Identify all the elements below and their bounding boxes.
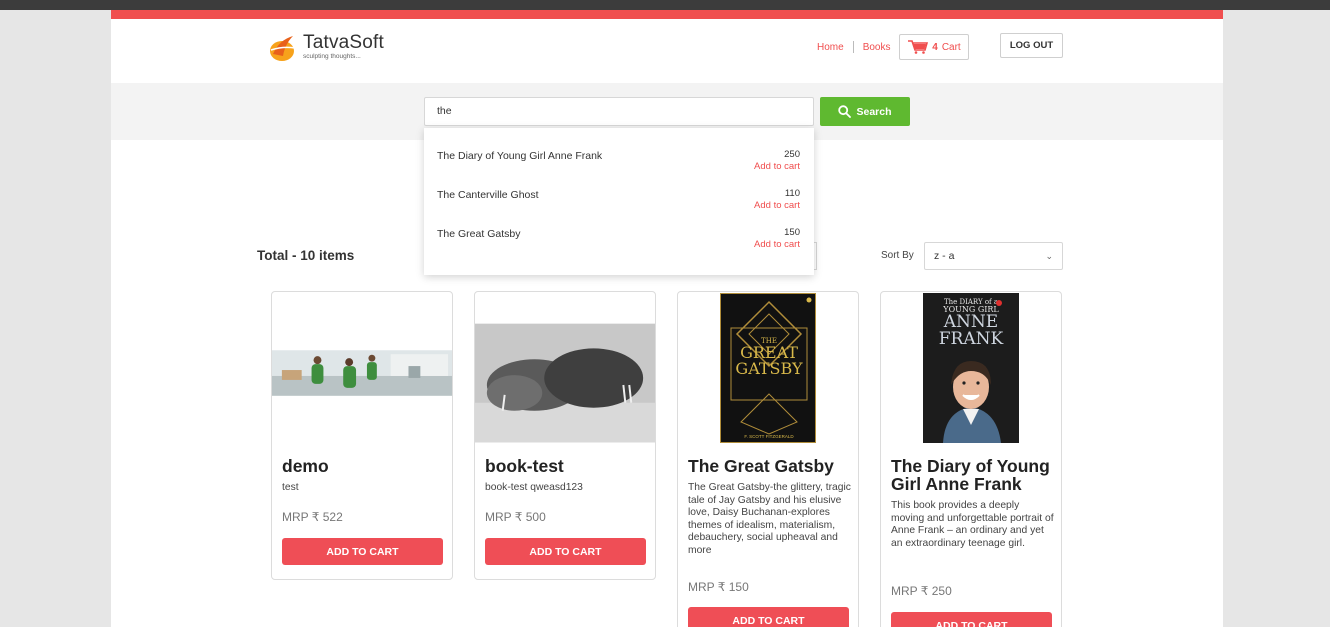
chevron-down-icon: ⌄ [1045, 251, 1053, 261]
add-to-cart-button[interactable]: ADD TO CART [485, 538, 646, 565]
book-description: The Great Gatsby-the glittery, tragic ta… [688, 482, 851, 556]
suggestion-add-to-cart[interactable]: Add to cart [754, 200, 800, 211]
book-image [272, 292, 452, 444]
book-description: test [282, 482, 299, 493]
suggestion-title: The Great Gatsby [437, 228, 521, 240]
book-price: MRP ₹ 522 [282, 510, 343, 524]
add-to-cart-button[interactable]: ADD TO CART [891, 612, 1052, 627]
book-price: MRP ₹ 500 [485, 510, 546, 524]
cart-label: Cart [941, 41, 961, 53]
book-image: THE GREAT GATSBY F. SCOTT FITZGERALD [678, 292, 858, 444]
logo-flame-icon [270, 36, 296, 61]
suggestion-add-to-cart[interactable]: Add to cart [754, 161, 800, 172]
search-input[interactable]: the [424, 97, 814, 126]
nav-divider [852, 41, 854, 53]
book-title[interactable]: demo [282, 457, 329, 475]
total-items-label: Total - 10 items [257, 248, 355, 263]
book-price: MRP ₹ 150 [688, 580, 749, 594]
search-button[interactable]: Search [820, 97, 910, 126]
suggestion-title: The Diary of Young Girl Anne Frank [437, 150, 603, 162]
cleaning-photo-image [272, 350, 452, 396]
sort-by-label: Sort By [881, 250, 914, 261]
add-to-cart-button[interactable]: ADD TO CART [282, 538, 443, 565]
suggestion-price: 110 [784, 188, 800, 199]
book-card: The DIARY of a YOUNG GIRL ANNE FRANK The… [880, 291, 1062, 627]
book-card: book-test book-test qweasd123 MRP ₹ 500 … [474, 291, 656, 580]
walrus-photo-image [475, 323, 655, 443]
portrait-illustration [943, 300, 1002, 443]
gatsby-cover-image: THE GREAT GATSBY F. SCOTT FITZGERALD [720, 293, 816, 443]
cover-author: F. SCOTT FITZGERALD [744, 434, 794, 439]
book-card: demo test MRP ₹ 522 ADD TO CART [271, 291, 453, 580]
suggestion-item[interactable]: The Diary of Young Girl Anne Frank 250 A… [424, 147, 814, 183]
suggestion-item[interactable]: The Great Gatsby 150 Add to cart [424, 225, 814, 261]
filter-input-edge [814, 242, 817, 270]
suggestion-price: 250 [784, 149, 800, 160]
cart-button[interactable]: 4 Cart [899, 34, 970, 60]
book-image: The DIARY of a YOUNG GIRL ANNE FRANK [881, 292, 1061, 444]
page: TatvaSoft sculpting thoughts... Home Boo… [111, 10, 1223, 627]
brand-top-bar [111, 10, 1223, 19]
cover-text: GATSBY [735, 359, 803, 378]
nav-books-link[interactable]: Books [863, 42, 891, 53]
window-top-border [0, 0, 1330, 10]
nav-home-link[interactable]: Home [817, 42, 844, 53]
book-description: book-test qweasd123 [485, 482, 583, 493]
book-title[interactable]: The Diary of Young Girl Anne Frank [891, 457, 1061, 493]
search-suggestions: The Diary of Young Girl Anne Frank 250 A… [424, 128, 814, 275]
cart-count: 4 [932, 41, 938, 53]
suggestion-title: The Canterville Ghost [437, 189, 539, 201]
sort-select-value: z - a [934, 250, 955, 262]
search-button-label: Search [856, 105, 892, 118]
main-nav: Home Books 4 Cart [817, 34, 970, 60]
suggestion-add-to-cart[interactable]: Add to cart [754, 239, 800, 250]
logo-tagline: sculpting thoughts... [303, 53, 361, 61]
anne-frank-cover-image: The DIARY of a YOUNG GIRL ANNE FRANK [923, 293, 1019, 443]
book-image [475, 292, 655, 444]
cart-icon [908, 40, 929, 54]
book-description: This book provides a deeply moving and u… [891, 500, 1054, 549]
logo-name: TatvaSoft [303, 32, 385, 54]
book-title[interactable]: The Great Gatsby [688, 457, 834, 475]
search-icon [838, 105, 852, 118]
book-card: THE GREAT GATSBY F. SCOTT FITZGERALD The… [677, 291, 859, 627]
sort-select[interactable]: z - a ⌄ [924, 242, 1063, 270]
suggestion-item[interactable]: The Canterville Ghost 110 Add to cart [424, 186, 814, 222]
book-title[interactable]: book-test [485, 457, 564, 475]
add-to-cart-button[interactable]: ADD TO CART [688, 607, 849, 627]
logout-button[interactable]: LOG OUT [1000, 33, 1063, 58]
suggestion-price: 150 [784, 227, 800, 238]
logo[interactable]: TatvaSoft sculpting thoughts... [269, 32, 384, 62]
book-price: MRP ₹ 250 [891, 584, 952, 598]
